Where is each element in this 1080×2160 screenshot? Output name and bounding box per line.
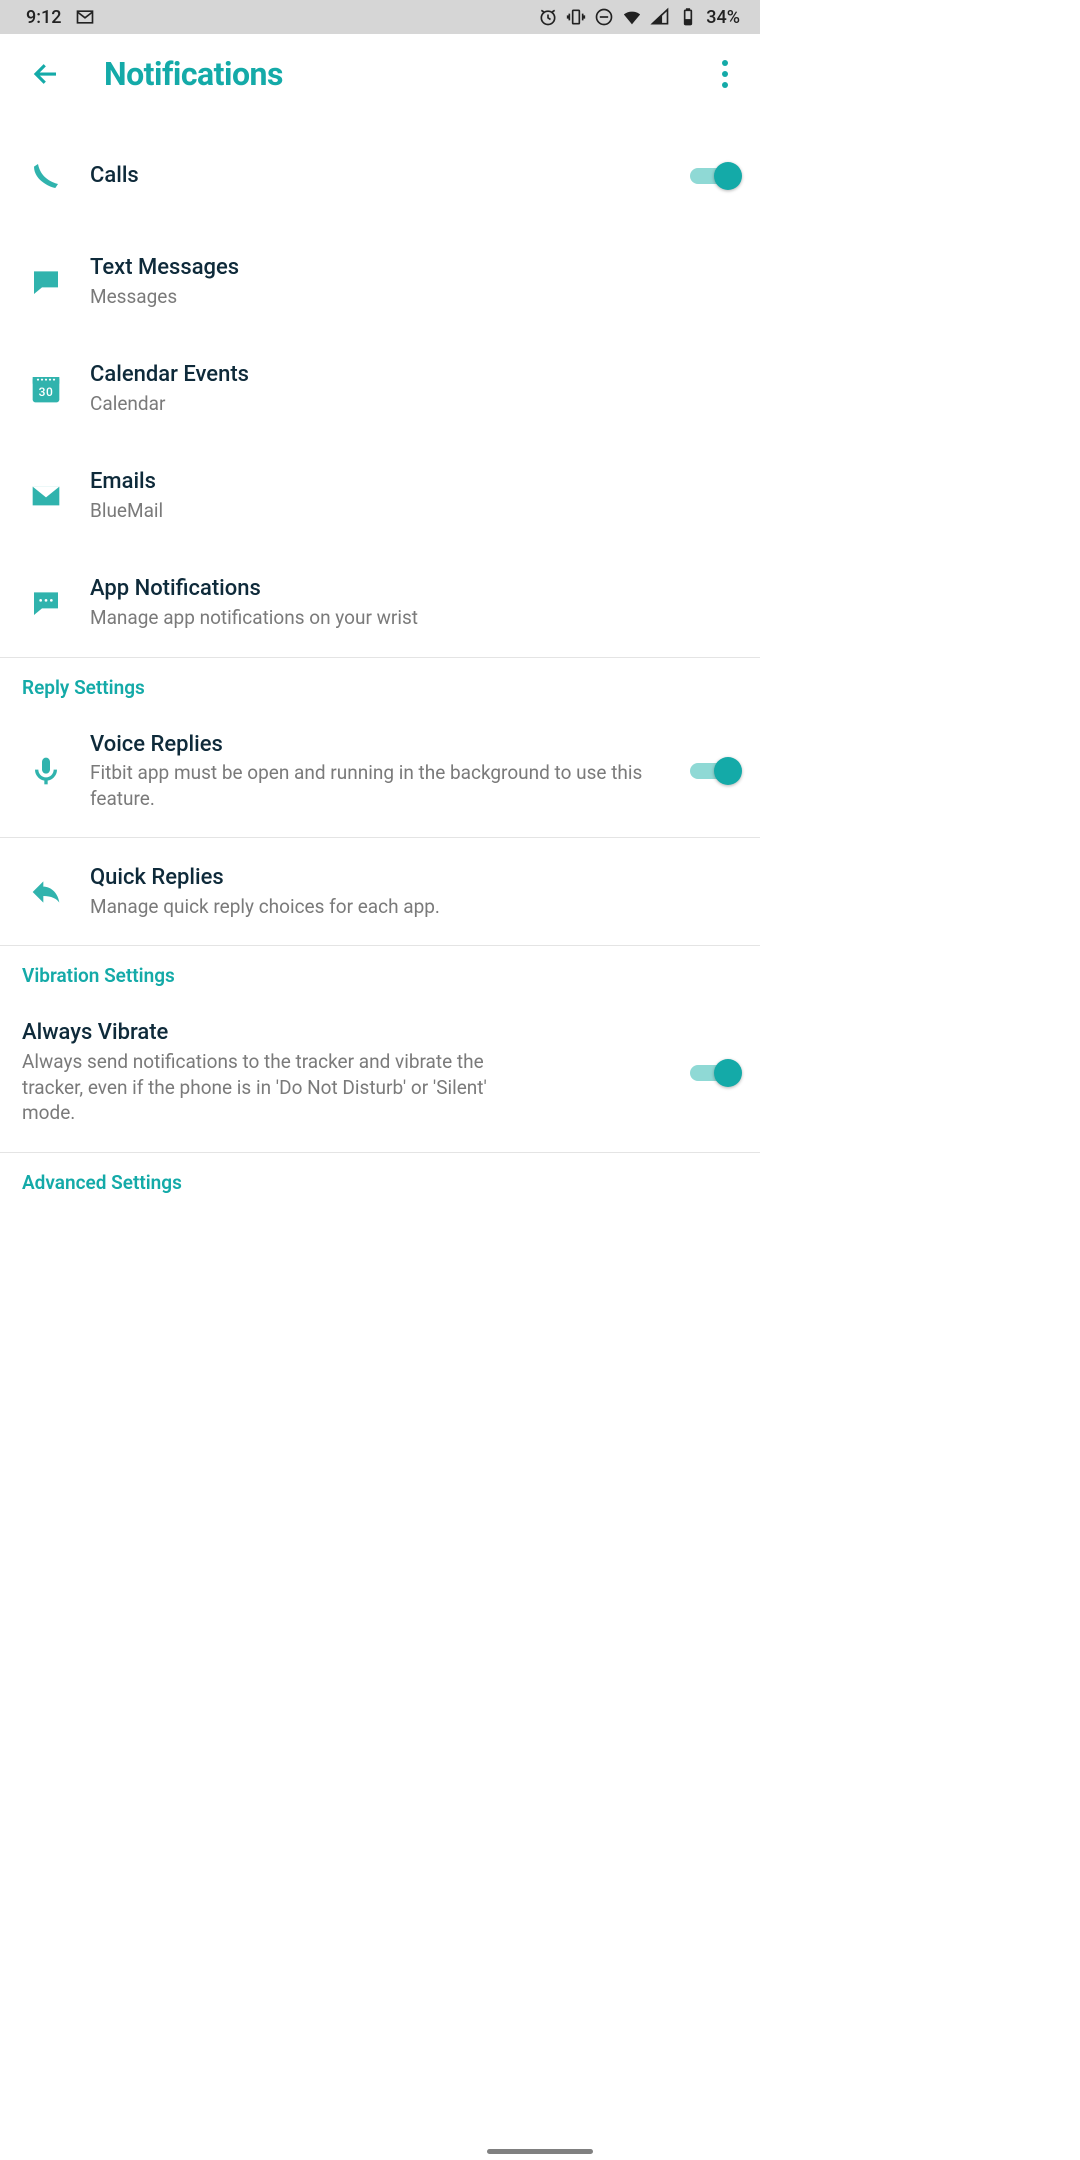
back-button[interactable]	[26, 54, 66, 94]
status-bar: 9:12 34%	[0, 0, 760, 34]
row-always-title: Always Vibrate	[22, 1019, 542, 1047]
row-emails[interactable]: Emails BlueMail	[0, 442, 760, 549]
row-voice-title: Voice Replies	[90, 731, 676, 759]
row-emails-subtitle: BlueMail	[90, 498, 738, 524]
row-text-title: Text Messages	[90, 254, 738, 282]
reply-arrow-icon	[22, 876, 70, 908]
nav-pill[interactable]	[487, 2149, 593, 2154]
status-time: 9:12	[26, 7, 61, 28]
section-header-reply: Reply Settings	[0, 658, 760, 705]
row-quick-subtitle: Manage quick reply choices for each app.	[90, 894, 738, 920]
row-calendar-subtitle: Calendar	[90, 391, 738, 417]
row-appnotif-subtitle: Manage app notifications on your wrist	[90, 605, 738, 631]
phone-icon	[22, 160, 70, 192]
toggle-calls[interactable]	[690, 162, 738, 190]
wifi-icon	[622, 7, 642, 27]
row-appnotif-title: App Notifications	[90, 575, 738, 603]
dnd-icon	[594, 7, 614, 27]
row-calls-title: Calls	[90, 162, 676, 190]
row-emails-title: Emails	[90, 468, 738, 496]
toggle-voice-replies[interactable]	[690, 757, 738, 785]
calendar-day-label: 30	[30, 385, 62, 399]
row-always-vibrate[interactable]: Always Vibrate Always send notifications…	[0, 993, 760, 1151]
app-header: Notifications	[0, 34, 760, 114]
signal-icon	[650, 7, 670, 27]
section-header-advanced: Advanced Settings	[0, 1153, 760, 1200]
section-header-vibration: Vibration Settings	[0, 946, 760, 993]
row-always-subtitle: Always send notifications to the tracker…	[22, 1049, 542, 1126]
gmail-icon	[75, 7, 95, 27]
vibrate-icon	[566, 7, 586, 27]
row-calendar-events[interactable]: 30 Calendar Events Calendar	[0, 335, 760, 442]
row-calendar-title: Calendar Events	[90, 361, 738, 389]
row-voice-replies[interactable]: Voice Replies Fitbit app must be open an…	[0, 705, 760, 838]
chat-bubble-icon	[22, 587, 70, 619]
battery-icon	[678, 7, 698, 27]
message-icon	[22, 266, 70, 298]
battery-percentage: 34%	[706, 7, 740, 28]
calendar-icon: 30	[22, 373, 70, 405]
overflow-menu-button[interactable]	[710, 54, 740, 94]
row-voice-subtitle: Fitbit app must be open and running in t…	[90, 760, 676, 811]
row-app-notifications[interactable]: App Notifications Manage app notificatio…	[0, 549, 760, 656]
page-title: Notifications	[104, 55, 283, 93]
row-quick-title: Quick Replies	[90, 864, 738, 892]
toggle-always-vibrate[interactable]	[690, 1059, 738, 1087]
row-text-subtitle: Messages	[90, 284, 738, 310]
mic-icon	[22, 755, 70, 787]
row-quick-replies[interactable]: Quick Replies Manage quick reply choices…	[0, 838, 760, 945]
row-calls[interactable]: Calls	[0, 124, 760, 228]
settings-list: Calls Text Messages Messages 30 Calendar…	[0, 114, 760, 1200]
alarm-icon	[538, 7, 558, 27]
email-icon	[22, 480, 70, 512]
row-text-messages[interactable]: Text Messages Messages	[0, 228, 760, 335]
